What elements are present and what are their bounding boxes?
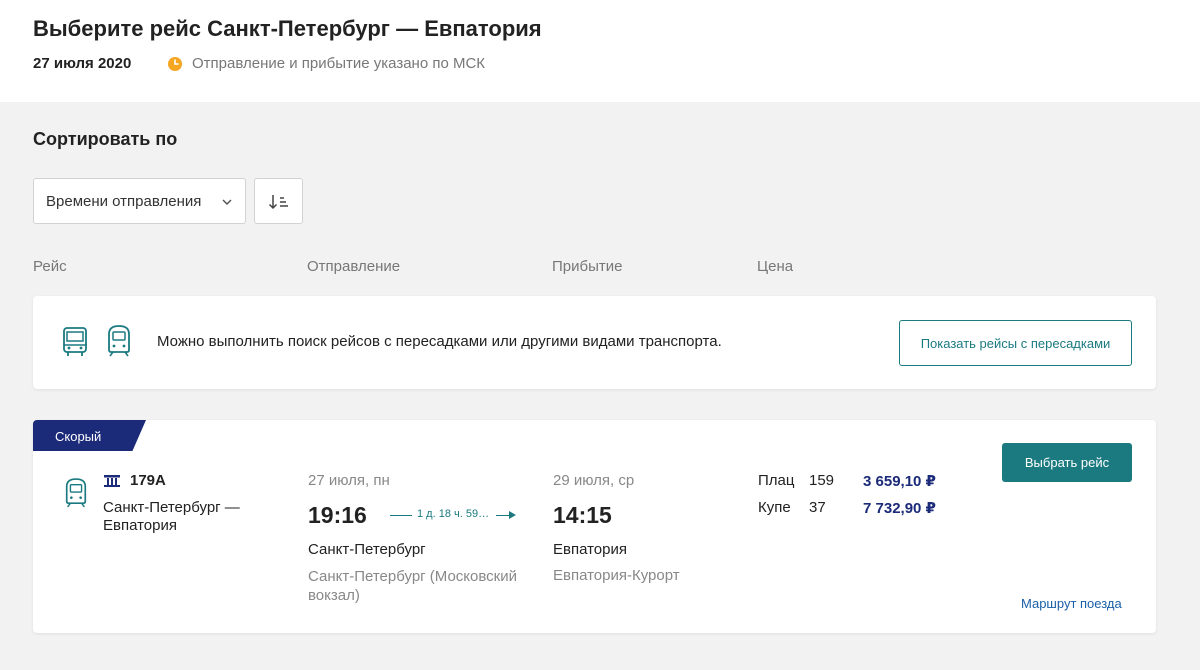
train-type-icon bbox=[104, 475, 120, 487]
duration-line bbox=[390, 515, 412, 516]
column-header-route: Рейс bbox=[33, 258, 67, 275]
travel-date: 27 июля 2020 bbox=[33, 55, 132, 72]
arrival-date: 29 июля, ср bbox=[553, 472, 635, 489]
trip-duration: 1 д. 18 ч. 59… bbox=[390, 508, 520, 522]
arrival-city: Евпатория bbox=[553, 541, 627, 558]
arrival-station: Евпатория-Курорт bbox=[553, 567, 680, 584]
fare-seats: 159 bbox=[809, 472, 835, 489]
sort-select-value: Времени отправления bbox=[46, 193, 202, 210]
fare-class: Плац bbox=[758, 472, 795, 489]
departure-station: Санкт-Петербург (Московский вокзал) bbox=[308, 568, 518, 604]
arrival-time: 14:15 bbox=[553, 502, 612, 528]
departure-date: 27 июля, пн bbox=[308, 472, 390, 489]
column-header-price: Цена bbox=[757, 258, 794, 275]
train-card: Скорый 179А Санкт-Петербург — Евпатория … bbox=[33, 420, 1156, 633]
timezone-note: Отправление и прибытие указано по МСК bbox=[192, 55, 486, 72]
train-route-link[interactable]: Маршрут поезда bbox=[1021, 596, 1122, 611]
show-transfers-button[interactable]: Показать рейсы с пересадками bbox=[899, 320, 1132, 366]
arrow-right-icon bbox=[509, 511, 516, 519]
clock-icon bbox=[168, 57, 182, 71]
chevron-down-icon bbox=[222, 199, 232, 206]
bus-icon bbox=[63, 327, 87, 356]
departure-time: 19:16 bbox=[308, 502, 367, 528]
sort-order-button[interactable] bbox=[254, 178, 303, 224]
train-category-badge: Скорый bbox=[33, 420, 146, 451]
transfer-info-banner: Можно выполнить поиск рейсов с пересадка… bbox=[33, 296, 1156, 389]
sort-descending-icon bbox=[268, 195, 288, 210]
train-number: 179А bbox=[130, 472, 166, 489]
fare-price: 7 732,90 ₽ bbox=[863, 500, 936, 517]
train-icon bbox=[65, 478, 87, 508]
fare-seats: 37 bbox=[809, 499, 826, 516]
duration-text: 1 д. 18 ч. 59… bbox=[417, 508, 490, 520]
train-icon bbox=[108, 325, 130, 357]
departure-city: Санкт-Петербург bbox=[308, 541, 426, 558]
select-train-button[interactable]: Выбрать рейс bbox=[1002, 443, 1132, 482]
column-header-arrival: Прибытие bbox=[552, 258, 623, 275]
sort-title: Сортировать по bbox=[33, 129, 178, 149]
fare-class: Купе bbox=[758, 499, 791, 516]
transfer-info-text: Можно выполнить поиск рейсов с пересадка… bbox=[157, 333, 722, 350]
page-title: Выберите рейс Санкт-Петербург — Евпатори… bbox=[33, 16, 542, 41]
fare-row: Плац 159 3 659,10 ₽ bbox=[758, 472, 978, 492]
sort-select[interactable]: Времени отправления bbox=[33, 178, 246, 224]
train-route-name: Санкт-Петербург — Евпатория bbox=[103, 499, 240, 534]
fare-price: 3 659,10 ₽ bbox=[863, 473, 936, 490]
column-header-departure: Отправление bbox=[307, 258, 401, 275]
page-header: Выберите рейс Санкт-Петербург — Евпатори… bbox=[0, 0, 1200, 102]
fare-row: Купе 37 7 732,90 ₽ bbox=[758, 499, 978, 519]
